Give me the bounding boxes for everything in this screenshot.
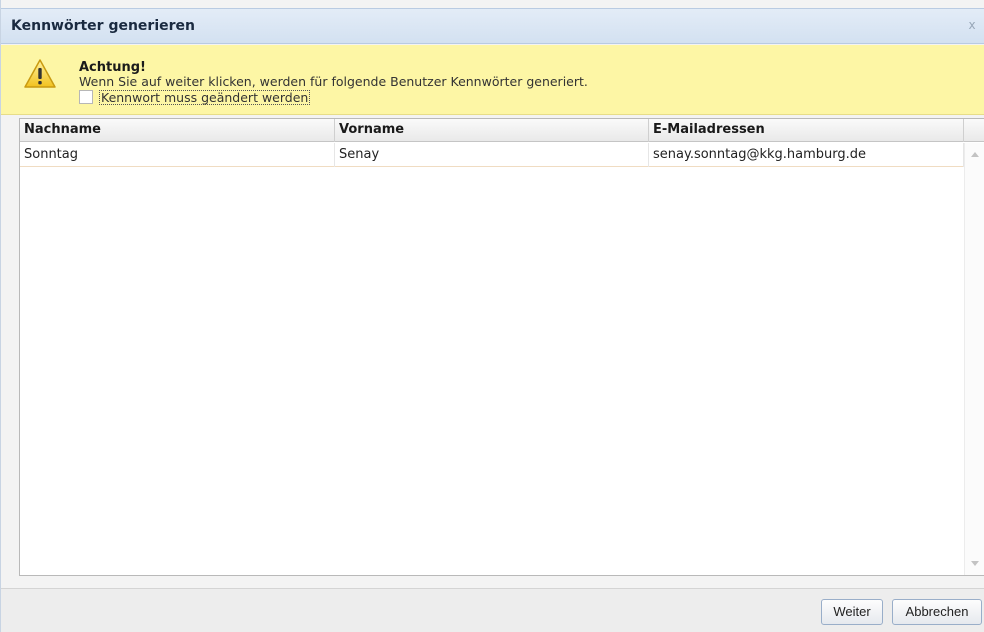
dialog-footer: Weiter Abbrechen bbox=[1, 588, 984, 632]
cancel-button[interactable]: Abbrechen bbox=[892, 599, 982, 625]
cell-email: senay.sonntag@kkg.hamburg.de bbox=[649, 143, 964, 167]
next-button[interactable]: Weiter bbox=[821, 599, 883, 625]
column-header-vorname[interactable]: Vorname bbox=[335, 119, 649, 142]
warning-title: Achtung! bbox=[79, 60, 146, 75]
column-header-nachname[interactable]: Nachname bbox=[20, 119, 335, 142]
dialog-title: Kennwörter generieren bbox=[11, 18, 195, 34]
table-row[interactable]: Sonntag Senay senay.sonntag@kkg.hamburg.… bbox=[20, 143, 964, 167]
dialog-titlebar: Kennwörter generieren x bbox=[1, 8, 984, 44]
warning-triangle-icon bbox=[23, 58, 57, 94]
password-change-label[interactable]: Kennwort muss geändert werden bbox=[99, 89, 311, 105]
cell-nachname: Sonntag bbox=[20, 143, 335, 167]
users-grid: Nachname Vorname E-Mailadressen Sonntag … bbox=[19, 118, 984, 576]
scroll-down-icon[interactable] bbox=[971, 561, 979, 566]
column-header-email[interactable]: E-Mailadressen bbox=[649, 119, 964, 142]
password-change-option[interactable]: Kennwort muss geändert werden bbox=[79, 89, 311, 105]
grid-scrollbar[interactable] bbox=[964, 143, 984, 575]
warning-text: Wenn Sie auf weiter klicken, werden für … bbox=[79, 74, 588, 89]
scroll-up-icon[interactable] bbox=[971, 152, 979, 157]
close-icon[interactable]: x bbox=[965, 17, 979, 33]
generate-passwords-dialog: Kennwörter generieren x Achtung! Wenn Si… bbox=[0, 0, 984, 632]
password-change-checkbox[interactable] bbox=[79, 90, 93, 104]
warning-banner: Achtung! Wenn Sie auf weiter klicken, we… bbox=[1, 45, 984, 115]
grid-header: Nachname Vorname E-Mailadressen bbox=[20, 119, 984, 142]
cell-vorname: Senay bbox=[335, 143, 649, 167]
